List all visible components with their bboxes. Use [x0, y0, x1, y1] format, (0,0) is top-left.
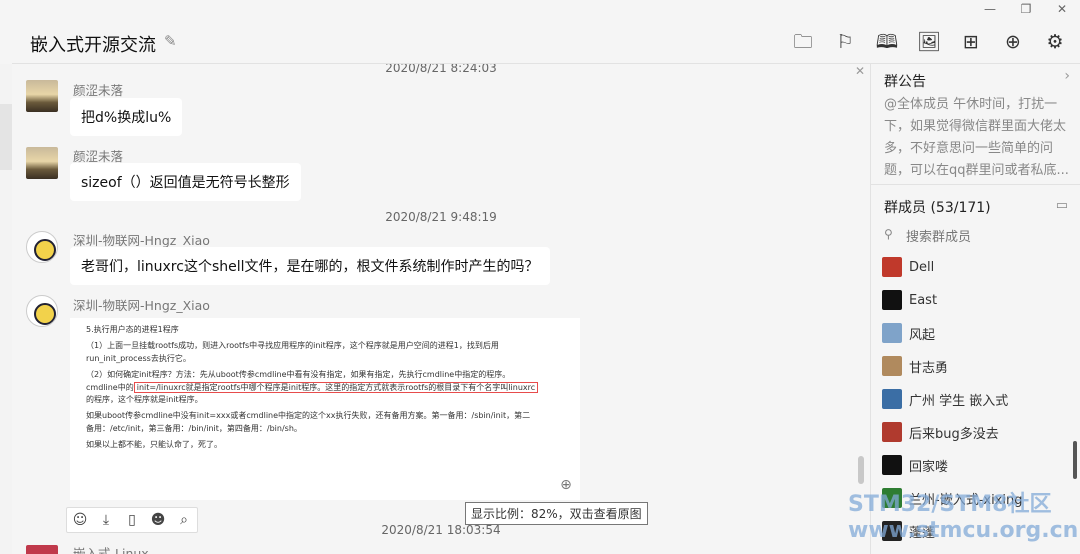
- apps-grid-icon[interactable]: ⊞: [956, 28, 986, 56]
- member-item[interactable]: Dell: [882, 256, 934, 278]
- notice-text[interactable]: @全体成员 午休时间，打扰一下，如果觉得微信群里面大佬太多，不好意思问一些简单的…: [884, 94, 1072, 182]
- member-avatar: [882, 389, 902, 409]
- book-icon[interactable]: 🕮: [872, 28, 902, 56]
- image-text-line: cmdline中的 init=/linuxrc就是指定rootfs中哪个程序是in…: [86, 381, 564, 394]
- member-item[interactable]: East: [882, 289, 937, 311]
- member-avatar: [882, 290, 902, 310]
- zoom-in-icon[interactable]: ⊕: [557, 477, 575, 495]
- member-name: 广州 学生 嵌入式: [909, 393, 1009, 409]
- group-title: 嵌入式开源交流: [30, 35, 156, 56]
- sender-name: 嵌入式-Linux: [73, 546, 149, 554]
- search-icon: ⚲: [884, 227, 893, 241]
- member-avatar: [882, 257, 902, 277]
- image-icon[interactable]: 🖼: [914, 28, 944, 56]
- toolbar: 🗀 ⚐ 🕮 🖼 ⊞ ⊕ ⚙: [788, 28, 1070, 56]
- member-item[interactable]: 后来bug多没去: [882, 421, 999, 443]
- image-text-line: 备用：/etc/init，第三备用：/bin/init，第四备用：/bin/sh…: [86, 423, 302, 433]
- chat-header: 嵌入式开源交流 ✎ 🗀 ⚐ 🕮 🖼 ⊞ ⊕ ⚙: [12, 18, 1080, 64]
- member-avatar: [882, 356, 902, 376]
- zoom-tooltip: 显示比例：82%，双击查看原图: [465, 502, 648, 525]
- message-icon[interactable]: ▭: [1056, 198, 1068, 213]
- member-item[interactable]: 风起: [882, 322, 935, 344]
- member-name: East: [909, 292, 938, 308]
- chat-scrollbar[interactable]: [858, 456, 864, 484]
- sender-name: 颜涩未落: [73, 83, 124, 98]
- image-text-line: 5.执行用户态的进程1程序: [86, 325, 179, 334]
- image-text-line: 如果uboot传参cmdline中没有init=xxx或者cmdline中指定的…: [86, 411, 531, 421]
- notice-title: 群公告: [884, 74, 926, 90]
- window-controls: — ❐ ✕: [972, 0, 1080, 18]
- close-icon[interactable]: ✕: [1044, 0, 1080, 18]
- restore-icon[interactable]: ❐: [1008, 0, 1044, 18]
- members-title: 群成员 (53/171): [884, 200, 991, 216]
- highlight-box: init=/linuxrc就是指定rootfs中哪个程序是init程序。这里的指…: [133, 381, 539, 393]
- folder-icon[interactable]: 🗀: [788, 28, 818, 56]
- member-name: 风起: [909, 327, 936, 343]
- left-strip: [0, 64, 12, 554]
- image-text-line: 如果以上都不能，只能认命了，死了。: [86, 440, 222, 450]
- add-box-icon[interactable]: ⊕: [998, 28, 1028, 56]
- avatar[interactable]: [26, 80, 58, 112]
- gear-icon[interactable]: ⚙: [1040, 28, 1070, 56]
- minimize-icon[interactable]: —: [972, 0, 1008, 18]
- image-message[interactable]: 5.执行用户态的进程1程序 （1）上面一旦挂载rootfs成功，则进入rootf…: [70, 318, 580, 500]
- avatar[interactable]: [26, 147, 58, 179]
- edit-icon[interactable]: ✎: [164, 32, 177, 50]
- member-avatar: [882, 422, 902, 442]
- member-name: Dell: [909, 259, 935, 275]
- message-bubble[interactable]: 把d%换成lu%: [70, 98, 183, 136]
- chevron-right-icon[interactable]: ›: [1064, 68, 1070, 84]
- image-text-line: （1）上面一旦挂载rootfs成功，则进入rootfs中寻找应用程序的init程…: [86, 341, 499, 351]
- member-avatar: [882, 455, 902, 475]
- timestamp: 2020/8/21 18:03:54: [381, 523, 501, 537]
- member-search-input[interactable]: 搜索群成员: [906, 226, 971, 245]
- timestamp: 2020/8/21 8:24:03: [385, 64, 497, 75]
- image-text-line: （2）如何确定init程序？方法：先从uboot传参cmdline中看有没有指定…: [86, 370, 511, 380]
- member-name: 甘志勇: [909, 360, 949, 376]
- member-item[interactable]: 广州 学生 嵌入式: [882, 388, 1008, 410]
- watermark: STM32/STM8社区 www.stmcu.org.cn: [848, 492, 1078, 544]
- chat-area: ✕ 2020/8/21 8:24:03 颜涩未落 把d%换成lu% 颜涩未落 s…: [12, 64, 870, 554]
- flag-icon[interactable]: ⚐: [830, 28, 860, 56]
- avatar[interactable]: [26, 545, 58, 554]
- watermark-line: www.stmcu.org.cn: [848, 518, 1079, 543]
- sender-name: 深圳-物联网-Hngz_Xiao: [73, 298, 210, 313]
- message-bubble[interactable]: sizeof（）返回值是无符号长整形: [70, 163, 301, 201]
- image-text-line: 的程序，这个程序就是init程序。: [86, 394, 203, 404]
- member-name: 后来bug多没去: [909, 426, 999, 442]
- avatar[interactable]: [26, 231, 58, 263]
- avatar[interactable]: [26, 295, 58, 327]
- image-text-line: run_init_process去执行它。: [86, 353, 191, 363]
- panel-scrollbar[interactable]: [1073, 441, 1077, 479]
- message-bubble[interactable]: 老哥们，linuxrc这个shell文件，是在哪的，根文件系统制作时产生的吗？: [70, 247, 550, 285]
- timestamp: 2020/8/21 9:48:19: [385, 210, 497, 224]
- group-info-panel: 群公告 › @全体成员 午休时间，打扰一下，如果觉得微信群里面大佬太多，不好意思…: [870, 64, 1080, 554]
- divider: [871, 184, 1080, 185]
- watermark-line: STM32/STM8社区: [848, 492, 1052, 517]
- member-item[interactable]: 甘志勇: [882, 355, 948, 377]
- member-avatar: [882, 323, 902, 343]
- member-name: 回家喽: [909, 459, 949, 475]
- member-item[interactable]: 回家喽: [882, 454, 948, 476]
